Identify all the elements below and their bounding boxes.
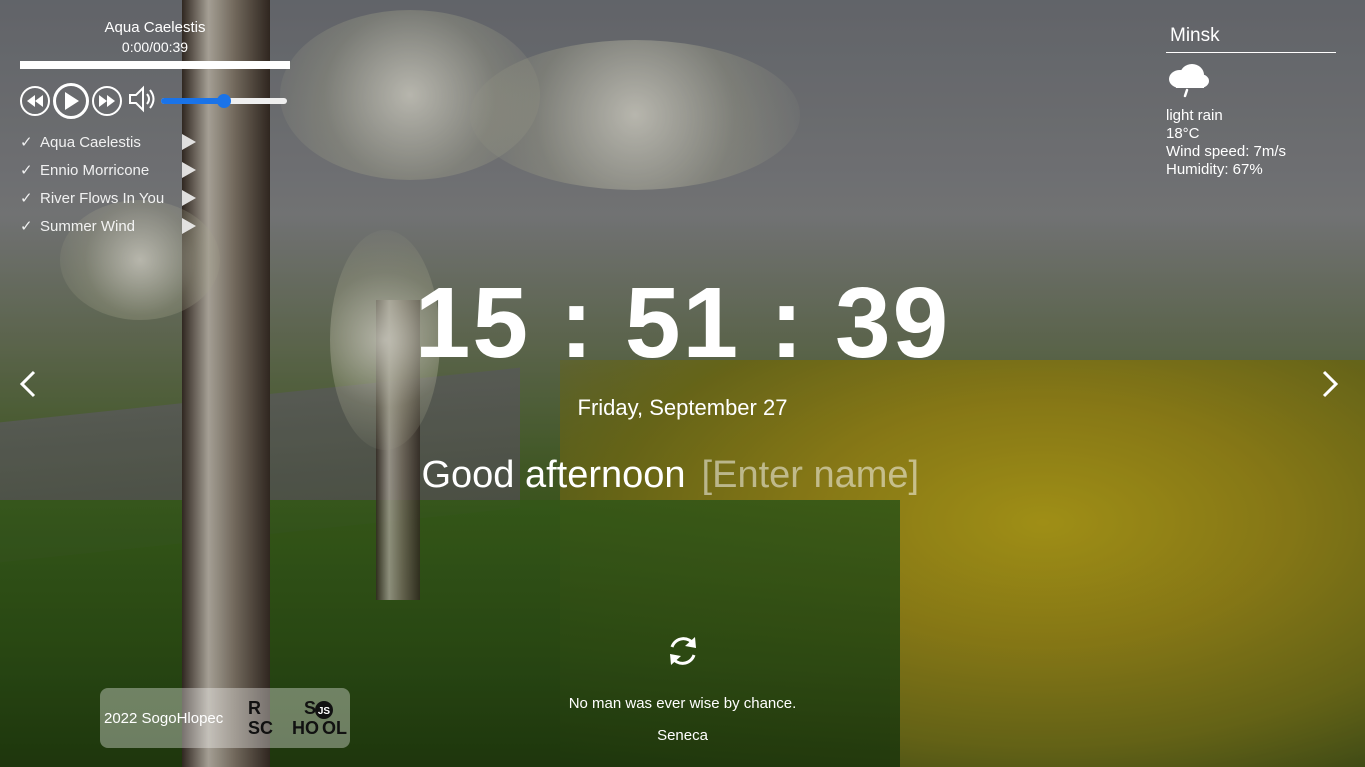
wind-speed: Wind speed: 7m/s <box>1166 143 1287 160</box>
progress-bar[interactable] <box>20 61 290 69</box>
playlist-play-icon[interactable] <box>182 134 196 150</box>
check-icon: ✓ <box>20 134 33 151</box>
rs-school-mark-icon: JS <box>315 701 333 719</box>
playlist-play-icon[interactable] <box>182 162 196 178</box>
playlist-play-icon[interactable] <box>182 218 196 234</box>
check-icon: ✓ <box>20 162 33 179</box>
current-track-title: Aqua Caelestis <box>104 19 206 36</box>
weather-widget: Minsk light rain 18°C Wind speed: 7m/s H… <box>1166 24 1336 179</box>
check-icon: ✓ <box>20 190 33 207</box>
next-button[interactable] <box>92 86 122 116</box>
greeting-text: Good afternoon <box>421 454 686 496</box>
humidity: Humidity: 67% <box>1166 161 1263 178</box>
playlist-item-label: Ennio Morricone <box>40 161 150 179</box>
clock-time: 15 : 51 : 39 <box>414 267 951 379</box>
refresh-icon <box>670 637 696 665</box>
city-input[interactable]: Minsk <box>1166 24 1336 53</box>
playlist-item-label: Aqua Caelestis <box>40 133 141 151</box>
playlist-item-label: Summer Wind <box>40 217 136 235</box>
rain-cloud-icon <box>1166 61 1336 101</box>
playlist: ✓ Aqua Caelestis ✓ Ennio Morricone ✓ River Fl… <box>20 128 290 240</box>
volume-thumb[interactable] <box>217 94 231 108</box>
fast-forward-icon <box>99 95 115 107</box>
play-button[interactable] <box>53 83 89 119</box>
playlist-item[interactable]: ✓ Aqua Caelestis <box>20 128 290 156</box>
background-photo: Aqua Caelestis 0:00/00:39 ✓ Aqua Caelest… <box>0 0 1365 767</box>
playlist-play-icon[interactable] <box>182 190 196 206</box>
playlist-item[interactable]: ✓ Ennio Morricone <box>20 156 290 184</box>
previous-button[interactable] <box>20 86 50 116</box>
playlist-item-label: River Flows In You <box>40 189 165 207</box>
svg-text:JS: JS <box>318 706 331 717</box>
check-icon: ✓ <box>20 218 33 235</box>
playlist-item[interactable]: ✓ Summer Wind <box>20 212 290 240</box>
temperature: 18°C <box>1166 125 1200 142</box>
rewind-icon <box>27 95 43 107</box>
playlist-item[interactable]: ✓ River Flows In You <box>20 184 290 212</box>
play-icon <box>65 92 79 110</box>
footer: 2022 SogoHlopec R S SC HO OL JS <box>100 688 350 748</box>
change-quote-button[interactable] <box>664 632 702 670</box>
mute-button[interactable] <box>127 84 157 119</box>
greeting-container: Good afternoon <box>0 452 1365 498</box>
audio-player: Aqua Caelestis 0:00/00:39 ✓ Aqua Caelest… <box>20 18 290 240</box>
volume-fill <box>161 98 224 104</box>
weather-description: light rain <box>1166 107 1223 124</box>
volume-icon <box>129 85 155 112</box>
rs-school-logo[interactable]: R S SC HO OL JS <box>244 696 348 740</box>
track-time: 0:00/00:39 <box>121 39 189 55</box>
player-controls <box>20 82 290 120</box>
name-input[interactable] <box>699 452 944 498</box>
github-link[interactable]: 2022 SogoHlopec <box>104 710 244 727</box>
date: Friday, September 27 <box>577 395 788 420</box>
volume-slider[interactable] <box>161 94 287 108</box>
